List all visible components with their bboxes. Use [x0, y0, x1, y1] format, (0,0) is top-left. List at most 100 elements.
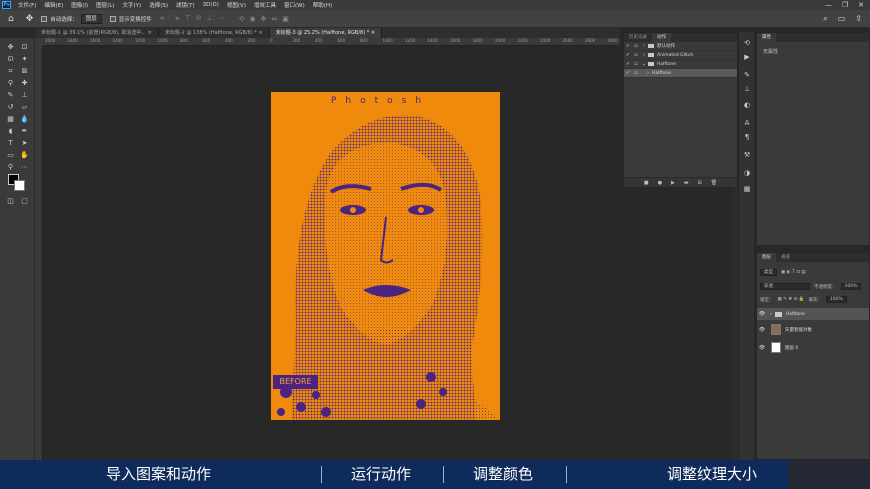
distribute-icon[interactable]: ⋯ — [218, 14, 225, 23]
delete-icon[interactable]: 🗑 — [711, 178, 717, 187]
history-brush-icon[interactable]: ↺ — [5, 102, 16, 112]
quick-mask-icon[interactable]: ◫ — [5, 196, 16, 206]
menu-help[interactable]: 帮助(H) — [309, 1, 336, 9]
share-icon[interactable]: ⇪ — [855, 14, 862, 24]
more-tools-icon[interactable]: ⋯ — [19, 162, 30, 172]
fill-input[interactable]: 100% — [825, 296, 847, 303]
checkmark-icon[interactable]: ✓ — [624, 42, 632, 51]
new-action-icon[interactable]: ⊞ — [698, 178, 702, 187]
toggle-dialog-icon[interactable]: ▫ — [632, 51, 640, 60]
crop-tool-icon[interactable]: ⌗ — [5, 66, 16, 76]
toggle-dialog-icon[interactable]: ▫ — [632, 69, 640, 78]
color-panel-icon[interactable]: ◑ — [742, 168, 752, 178]
auto-select-checkbox[interactable] — [41, 15, 48, 22]
3d-slide-icon[interactable]: ⇔ — [271, 15, 277, 23]
tab-doc-3[interactable]: 未标题-3 @ 25.2% (Halftone, RGB/8) * ✕ — [269, 28, 383, 38]
clone-stamp-icon[interactable]: ⊥ — [19, 90, 30, 100]
lock-icons[interactable]: ▦ ✎ ✥ ⊡ 🔒 — [778, 297, 805, 302]
close-icon[interactable]: ✕ — [858, 1, 864, 9]
hand-tool-icon[interactable]: ✋ — [19, 150, 30, 160]
menu-file[interactable]: 文件(F) — [14, 1, 40, 9]
magic-wand-icon[interactable]: ✦ — [19, 54, 30, 64]
search-icon[interactable]: ⌕ — [823, 14, 827, 24]
menu-3d[interactable]: 3D(D) — [199, 2, 223, 8]
menu-view[interactable]: 视图(V) — [223, 1, 250, 9]
expand-chevron-icon[interactable]: › — [640, 42, 648, 51]
eraser-tool-icon[interactable]: ▱ — [19, 102, 30, 112]
action-set-row[interactable]: ✓ ▫ ⌄ Halftone — [624, 60, 737, 69]
path-select-icon[interactable]: ➤ — [19, 138, 30, 148]
play-icon[interactable]: ▶ — [671, 178, 675, 187]
menu-edit[interactable]: 编辑(E) — [40, 1, 67, 9]
align-center-icon[interactable]: ⫶ — [169, 14, 171, 23]
adjustments-icon[interactable]: ◐ — [742, 100, 752, 110]
menu-window[interactable]: 窗口(W) — [280, 1, 309, 9]
restore-icon[interactable]: ❐ — [842, 1, 848, 9]
rectangle-tool-icon[interactable]: ▭ — [5, 150, 16, 160]
3d-pan-icon[interactable]: ✥ — [261, 15, 267, 23]
brush-panel-icon[interactable]: ✎ — [742, 70, 752, 80]
expand-chevron-icon[interactable]: › — [644, 69, 652, 78]
menu-filter[interactable]: 滤镜(T) — [172, 1, 199, 9]
visibility-eye-icon[interactable]: 👁 — [757, 345, 767, 351]
tab-properties[interactable]: 属性 — [757, 33, 776, 42]
tab-channels[interactable]: 通道 — [776, 253, 795, 262]
minimize-icon[interactable]: — — [825, 1, 832, 9]
align-left-icon[interactable]: ⫷ — [160, 14, 164, 23]
workspace-icon[interactable]: ▭ — [838, 14, 846, 24]
3d-scale-icon[interactable]: ▣ — [282, 15, 289, 23]
layer-filter-dropdown[interactable]: 类型 — [760, 269, 777, 276]
stop-icon[interactable]: ■ — [644, 178, 649, 187]
clone-source-icon[interactable]: ⊥ — [742, 84, 752, 94]
menu-type[interactable]: 文字(Y) — [119, 1, 146, 9]
toggle-dialog-icon[interactable]: ▫ — [632, 42, 640, 51]
history-panel-icon[interactable]: ⟲ — [742, 38, 752, 48]
expand-chevron-icon[interactable]: › — [770, 312, 772, 317]
tool-presets-icon[interactable]: ⚒ — [742, 150, 752, 160]
gradient-tool-icon[interactable]: ▦ — [5, 114, 16, 124]
blur-tool-icon[interactable]: 💧 — [19, 114, 30, 124]
menu-plugins[interactable]: 增效工具 — [250, 1, 280, 9]
expand-chevron-icon[interactable]: › — [640, 51, 648, 60]
checkmark-icon[interactable]: ✓ — [624, 51, 632, 60]
action-row[interactable]: ✓ ▫ › Halftone — [624, 69, 737, 78]
actions-panel-icon[interactable]: ▶ — [742, 52, 752, 62]
align-bottom-icon[interactable]: ⊥ — [206, 14, 212, 23]
frame-tool-icon[interactable]: ⊠ — [19, 66, 30, 76]
toggle-dialog-icon[interactable]: ▫ — [632, 60, 640, 69]
paragraph-panel-icon[interactable]: ¶ — [742, 132, 752, 142]
3d-roll-icon[interactable]: ◉ — [249, 15, 255, 23]
tab-layers[interactable]: 图层 — [757, 253, 776, 262]
artboard-tool-icon[interactable]: ⊡ — [19, 42, 30, 52]
home-icon[interactable]: ⌂ — [8, 14, 14, 24]
align-top-icon[interactable]: ⊤ — [184, 14, 190, 23]
screen-mode-icon[interactable]: ▢ — [19, 196, 30, 206]
brush-tool-icon[interactable]: ✎ — [5, 90, 16, 100]
healing-brush-icon[interactable]: ✚ — [19, 78, 30, 88]
layer-row[interactable]: 👁 矢量智能对象 — [757, 321, 869, 338]
menu-image[interactable]: 图像(I) — [67, 1, 92, 9]
pen-tool-icon[interactable]: ✒ — [19, 126, 30, 136]
eyedropper-icon[interactable]: ⚲ — [5, 78, 16, 88]
swatches-panel-icon[interactable]: ▦ — [742, 184, 752, 194]
blend-mode-dropdown[interactable]: 穿透 — [760, 283, 810, 290]
layer-row[interactable]: 👁 › Halftone — [757, 308, 869, 320]
expand-chevron-icon[interactable]: ⌄ — [640, 60, 648, 69]
tab-doc-2[interactable]: 未标题-2 @ 138% (Halftone, RGB/8) * ✕ — [159, 28, 270, 38]
new-set-icon[interactable]: ▬ — [684, 178, 689, 187]
checkmark-icon[interactable]: ✓ — [624, 69, 632, 78]
visibility-eye-icon[interactable]: 👁 — [757, 327, 767, 333]
auto-select-dropdown[interactable]: 图层 — [80, 13, 102, 24]
layer-row[interactable]: 👁 图层 0 — [757, 339, 869, 356]
move-tool-icon[interactable]: ✥ — [5, 42, 16, 52]
3d-rotate-icon[interactable]: ⟲ — [239, 15, 245, 23]
background-color-swatch[interactable] — [14, 180, 25, 191]
menu-layer[interactable]: 图层(L) — [92, 1, 118, 9]
filter-icons[interactable]: ▣ ◐ T ⊡ ▤ — [781, 270, 806, 275]
transform-controls-checkbox[interactable] — [109, 15, 116, 22]
document-canvas[interactable]: Photosh BEFORE — [271, 92, 500, 420]
dodge-tool-icon[interactable]: ◖ — [5, 126, 16, 136]
type-tool-icon[interactable]: T — [5, 138, 16, 148]
record-icon[interactable]: ● — [658, 178, 662, 187]
align-right-icon[interactable]: ⫸ — [176, 14, 180, 23]
